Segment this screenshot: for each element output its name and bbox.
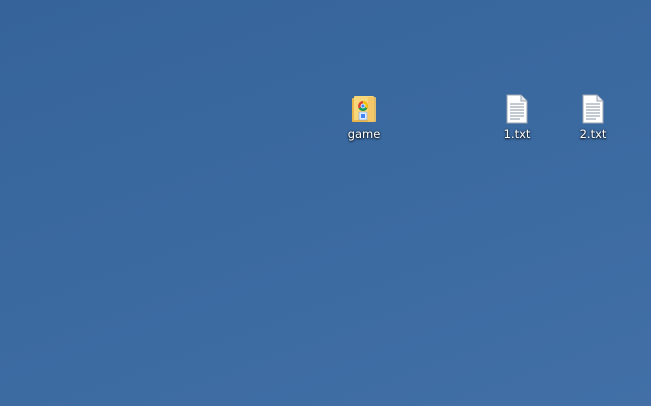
icon-label: game [347,127,381,141]
desktop-icon-partial[interactable]: l [633,93,651,155]
text-file-icon [582,94,604,124]
icon-label: 2.txt [579,127,607,141]
text-file-icon [506,94,528,124]
desktop-icon-1-txt[interactable]: 1.txt [481,93,553,155]
icon-label: 1.txt [503,127,531,141]
desktop[interactable]: game 1.txt 2.txt [0,0,651,406]
folder-icon [352,96,376,122]
desktop-icon-2-txt[interactable]: 2.txt [557,93,629,155]
desktop-icon-game[interactable]: game [328,93,400,155]
